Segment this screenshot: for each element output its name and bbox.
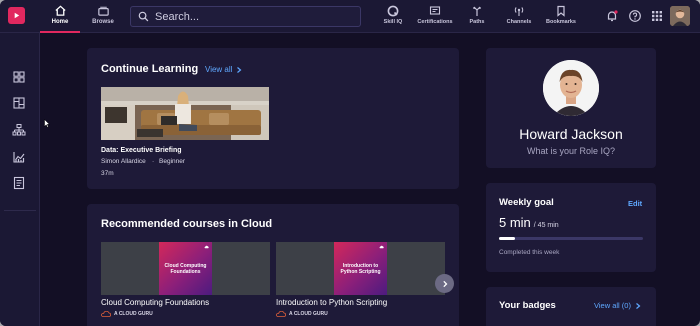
course-cover-title: Cloud Computing Foundations (164, 262, 207, 275)
skill-iq-icon (387, 5, 399, 17)
nav-paths-label: Paths (469, 19, 485, 25)
continue-learning-title: Continue Learning (101, 63, 199, 75)
bookmarks-icon (557, 5, 565, 17)
search-icon (138, 11, 149, 22)
nav-skill-iq-label: Skill IQ (383, 19, 403, 25)
nav-bookmarks[interactable]: Bookmarks (538, 5, 584, 25)
course-provider: A CLOUD GURU (101, 311, 153, 317)
course-level: Beginner (159, 158, 186, 165)
nav-bookmarks-label: Bookmarks (546, 19, 576, 25)
user-avatar[interactable] (670, 6, 690, 26)
search-input[interactable] (155, 10, 345, 23)
badges-title: Your badges (499, 300, 556, 311)
course-cover: Cloud Computing Foundations (159, 242, 212, 295)
continue-learning-view-all[interactable]: View all (205, 65, 243, 74)
recommended-title: Recommended courses in Cloud (101, 218, 273, 230)
course-author: Simon Allardice (101, 158, 146, 165)
badges-view-all-label: View all (0) (594, 301, 631, 310)
search-box[interactable] (130, 6, 361, 27)
weekly-goal-value-row: 5 min / 45 min (499, 215, 559, 230)
cloud-guru-logo-icon (101, 311, 111, 317)
course-card-thumbnail[interactable]: Cloud Computing Foundations (101, 242, 270, 295)
weekly-goal-title: Weekly goal (499, 197, 554, 208)
certifications-icon (429, 6, 441, 15)
nav-home[interactable]: Home (40, 4, 80, 33)
org-chart-icon[interactable] (12, 123, 26, 137)
left-sidebar (0, 33, 40, 326)
meta-separator: · (152, 158, 155, 165)
chevron-right-icon (442, 280, 447, 287)
course-thumbnail[interactable] (101, 87, 269, 140)
provider-label: A CLOUD GURU (114, 311, 153, 317)
catalog-icon[interactable] (12, 96, 26, 110)
mouse-cursor-icon (44, 119, 50, 128)
home-icon (54, 5, 66, 16)
apps-grid-icon[interactable] (650, 9, 664, 23)
top-navigation-bar: Home Browse Skill IQ Certifications Path… (0, 0, 700, 33)
sidebar-divider (4, 210, 36, 211)
notes-icon[interactable] (12, 176, 26, 190)
browse-icon (97, 6, 109, 16)
course-name[interactable]: Cloud Computing Foundations (101, 298, 209, 307)
analytics-icon[interactable] (12, 150, 26, 164)
nav-browse[interactable]: Browse (84, 4, 122, 33)
chevron-right-icon (237, 66, 242, 73)
paths-icon (473, 6, 481, 16)
course-name[interactable]: Introduction to Python Scripting (276, 298, 387, 307)
pluralsight-logo-icon[interactable] (8, 7, 25, 24)
course-duration: 37m (101, 170, 114, 177)
weekly-goal-target: / 45 min (533, 222, 559, 229)
cloud-guru-logo-icon (204, 245, 209, 249)
weekly-goal-progress-bar (499, 237, 643, 240)
help-icon[interactable] (628, 9, 642, 23)
course-provider: A CLOUD GURU (276, 311, 328, 317)
chevron-right-icon (636, 302, 641, 309)
dashboard-icon[interactable] (12, 70, 26, 84)
nav-home-label: Home (51, 19, 69, 25)
cloud-guru-logo-icon (276, 311, 286, 317)
badges-view-all[interactable]: View all (0) (594, 301, 642, 310)
profile-name: Howard Jackson (519, 126, 623, 142)
provider-label: A CLOUD GURU (289, 311, 328, 317)
nav-skill-iq[interactable]: Skill IQ (370, 5, 416, 25)
course-title[interactable]: Data: Executive Briefing (101, 147, 182, 154)
course-cover: Introduction to Python Scripting (334, 242, 387, 295)
weekly-goal-progress-fill (499, 237, 515, 240)
role-iq-link[interactable]: What is your Role IQ? (486, 146, 656, 156)
nav-channels-label: Channels (506, 19, 532, 25)
course-cover-title: Introduction to Python Scripting (340, 262, 381, 275)
weekly-goal-value: 5 min (499, 215, 531, 230)
view-all-label: View all (205, 65, 233, 74)
weekly-goal-status: Completed this week (499, 249, 560, 256)
weekly-goal-edit[interactable]: Edit (628, 199, 642, 208)
nav-certifications[interactable]: Certifications (412, 5, 458, 25)
nav-paths[interactable]: Paths (454, 5, 500, 25)
profile-avatar[interactable] (543, 60, 599, 116)
nav-channels[interactable]: Channels (496, 5, 542, 25)
course-card-thumbnail[interactable]: Introduction to Python Scripting (276, 242, 445, 295)
app-window: Home Browse Skill IQ Certifications Path… (0, 0, 700, 326)
carousel-next-button[interactable] (435, 274, 454, 293)
nav-certifications-label: Certifications (417, 19, 453, 25)
channels-icon (514, 7, 524, 16)
notifications-bell-icon[interactable] (605, 9, 619, 23)
nav-browse-label: Browse (92, 19, 114, 25)
cloud-guru-logo-icon (379, 245, 384, 249)
